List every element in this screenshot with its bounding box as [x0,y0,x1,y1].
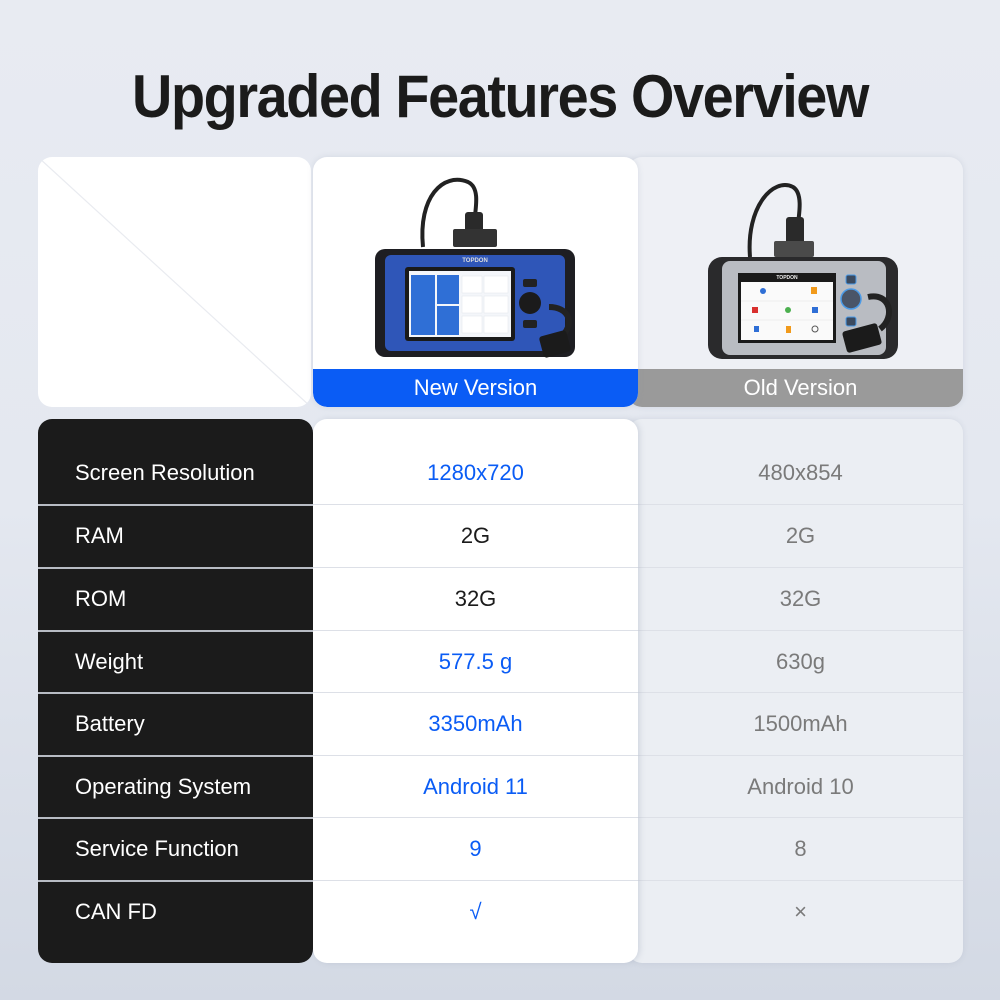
old-device-brand: TOPDON [776,275,798,281]
feature-label: CAN FD [38,880,313,942]
old-version-column: 480x854 2G 32G 630g 1500mAh Android 10 8… [628,419,963,963]
cross-mark-icon: × [628,880,963,942]
feature-label: RAM [38,504,313,566]
feature-label: Operating System [38,755,313,817]
feature-label: Screen Resolution [75,460,255,485]
old-value-cell: 480x854 [758,460,843,485]
old-version-label: Old Version [628,369,963,407]
new-value-cell: 32G [313,567,638,630]
old-value-cell: Android 10 [628,755,963,817]
new-value-cell: Android 11 [313,755,638,818]
new-value-cell: 1280x720 [427,460,524,485]
page-title: Upgraded Features Overview [132,63,869,130]
old-value-cell: 630g [628,630,963,692]
old-value-cell: 1500mAh [628,692,963,754]
feature-label: Service Function [38,817,313,879]
old-value-cell: 8 [628,817,963,879]
diagonal-divider [38,157,311,407]
old-device-image: TOPDON [708,183,898,359]
feature-label: Weight [38,630,313,692]
new-value-cell: 2G [313,504,638,567]
old-value-cell: 2G [628,504,963,566]
check-mark-icon: √ [313,880,638,943]
new-version-header: TOPDON New Version [313,157,638,407]
new-value-cell: 577.5 g [313,630,638,693]
new-version-label: New Version [313,369,638,407]
new-version-column: 1280x720 2G 32G 577.5 g 3350mAh Android … [313,419,638,963]
new-value-cell: 3350mAh [313,692,638,755]
old-value-cell: 32G [628,567,963,629]
new-value-cell: 9 [313,817,638,880]
new-device-image: TOPDON [375,177,575,358]
header-corner-cell [38,157,311,407]
old-version-header: TOPDON Old Version [628,157,963,407]
new-device-brand: TOPDON [462,258,488,264]
feature-label: Battery [38,692,313,754]
feature-label: ROM [38,567,313,629]
feature-label-column: Screen Resolution RAM ROM Weight Battery… [38,419,313,963]
